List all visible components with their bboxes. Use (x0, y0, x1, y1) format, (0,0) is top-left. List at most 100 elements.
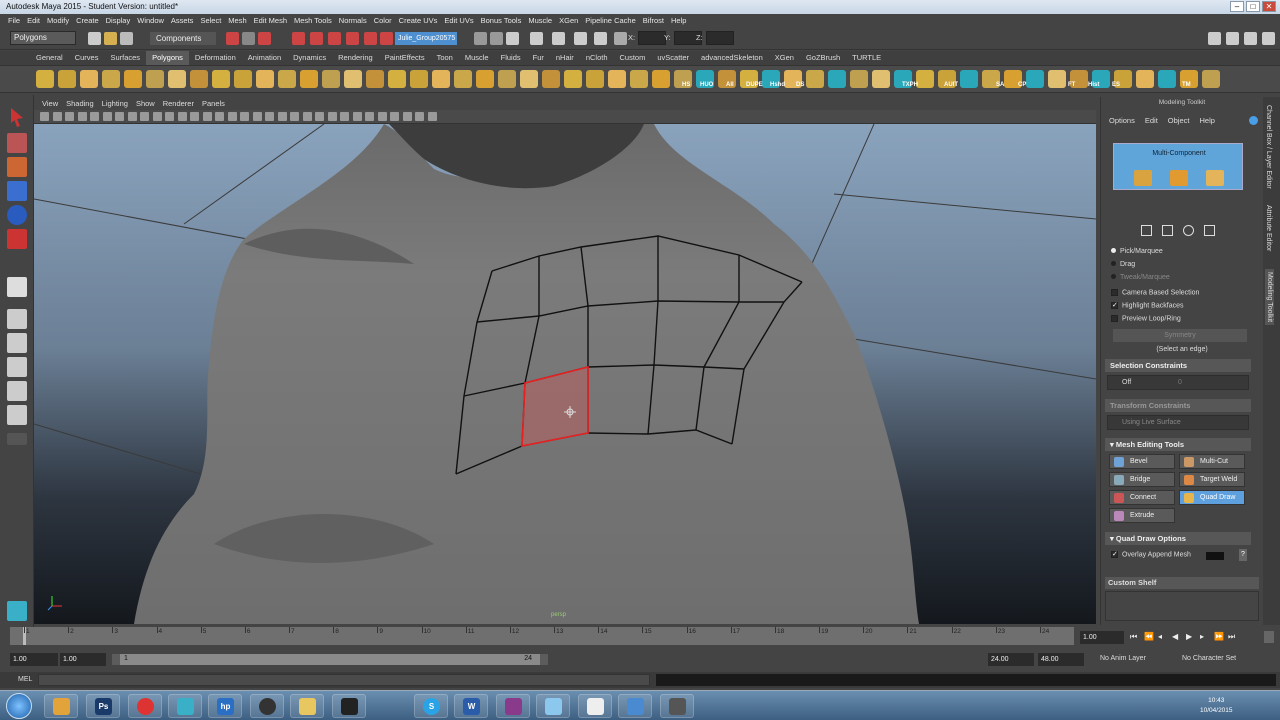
viewport-tool-icon[interactable] (402, 112, 412, 121)
step-forward-key-icon[interactable]: ⏩ (1214, 633, 1224, 641)
viewport-scene[interactable] (34, 124, 1096, 624)
shelf-tab-xgen[interactable]: XGen (769, 51, 800, 65)
snap-curve-icon[interactable] (310, 32, 323, 45)
edge-mode-icon[interactable] (1170, 170, 1188, 186)
shelf-tool-icon[interactable] (168, 70, 186, 88)
taskbar-app-hp[interactable]: hp (208, 694, 242, 718)
viewport-tool-icon[interactable] (302, 112, 312, 121)
viewport-tool-icon[interactable] (427, 112, 437, 121)
face-mode-icon[interactable] (1206, 170, 1224, 186)
viewport-tool-icon[interactable] (340, 112, 349, 121)
minimize-button[interactable]: – (1230, 1, 1244, 12)
taskbar-app-maya[interactable] (168, 694, 202, 718)
select-by-component-icon[interactable] (258, 32, 271, 45)
shelf-tool-icon[interactable] (960, 70, 978, 88)
shelf-tab-polygons[interactable]: Polygons (146, 51, 189, 65)
shelf-tool-icon[interactable] (476, 70, 494, 88)
shelf-tool-icon[interactable] (542, 70, 560, 88)
layout-four-icon[interactable] (7, 309, 27, 329)
maximize-button[interactable]: □ (1246, 1, 1260, 12)
history-icon[interactable] (474, 32, 487, 45)
playback-start-field[interactable]: 1.00 (60, 653, 106, 666)
menu-modify[interactable]: Modify (45, 14, 74, 28)
live-surface-icon[interactable] (380, 32, 393, 45)
viewport-tool-icon[interactable] (202, 112, 212, 121)
shelf-tab-dynamics[interactable]: Dynamics (287, 51, 332, 65)
viewport-menu-show[interactable]: Show (132, 98, 159, 110)
start-time-field[interactable]: 1.00 (10, 653, 58, 666)
paint-select-tool-icon[interactable] (7, 157, 27, 177)
mesh-editing-tools-header[interactable]: ▾ Mesh Editing Tools (1105, 438, 1251, 451)
shelf-tool-icon[interactable] (608, 70, 626, 88)
live-object-field[interactable]: Julie_Group20575 (395, 32, 457, 45)
taskbar-app-character[interactable] (578, 694, 612, 718)
shelf-tool-icon[interactable] (234, 70, 252, 88)
show-modeling-toolkit-icon[interactable] (1208, 32, 1221, 45)
menu-normals[interactable]: Normals (337, 14, 372, 28)
menu-help[interactable]: Help (1199, 116, 1214, 125)
shelf-tool-icon[interactable] (124, 70, 142, 88)
taskbar-app-remote[interactable] (618, 694, 652, 718)
menu-edit-uvs[interactable]: Edit UVs (442, 14, 478, 28)
camera-based-checkbox[interactable]: Camera Based Selection (1111, 289, 1199, 296)
selection-constraint-field[interactable]: Off 0 (1107, 375, 1249, 390)
bevel-button[interactable]: Bevel (1109, 454, 1175, 469)
mel-label[interactable]: MEL (18, 676, 32, 683)
shelf-tool-icon[interactable] (146, 70, 164, 88)
pick-marquee-option[interactable]: Pick/Marquee (1111, 248, 1163, 255)
hypershade-icon[interactable] (552, 32, 565, 45)
play-backward-icon[interactable]: ◀ (1172, 633, 1180, 641)
shelf-tab-curves[interactable]: Curves (69, 51, 105, 65)
menu-mesh-tools[interactable]: Mesh Tools (292, 14, 337, 28)
new-scene-icon[interactable] (88, 32, 101, 45)
shelf-tab-general[interactable]: General (30, 51, 69, 65)
viewport-tool-icon[interactable] (365, 112, 374, 121)
shelf-tab-nhair[interactable]: nHair (550, 51, 580, 65)
extrude-button[interactable]: Extrude (1109, 508, 1175, 523)
select-by-hierarchy-icon[interactable] (226, 32, 239, 45)
layout-single-icon[interactable] (7, 277, 27, 297)
viewport-tool-icon[interactable] (165, 112, 174, 121)
menu-muscle[interactable]: Muscle (526, 14, 557, 28)
viewport-tool-icon[interactable] (65, 112, 74, 121)
tab-attribute-editor[interactable]: Attribute Editor (1265, 205, 1272, 251)
drag-option[interactable]: Drag (1111, 261, 1135, 268)
taskbar-app-explorer[interactable] (290, 694, 324, 718)
input-line-icon[interactable] (574, 32, 587, 45)
marquee-icon[interactable] (1141, 225, 1152, 236)
render-settings-icon[interactable] (530, 32, 543, 45)
playback-end-field[interactable]: 24.00 (988, 653, 1034, 666)
viewport-tool-icon[interactable] (265, 112, 274, 121)
shelf-tool-icon[interactable] (828, 70, 846, 88)
shelf-tab-uvscatter[interactable]: uvScatter (651, 51, 695, 65)
system-clock[interactable]: 10:43 10/04/2015 (1200, 696, 1233, 716)
shelf-tool-icon[interactable] (256, 70, 274, 88)
tab-modeling-toolkit[interactable]: Modeling Toolkit (1265, 269, 1274, 326)
shelf-tool-icon[interactable] (850, 70, 868, 88)
menu-edit[interactable]: Edit (25, 14, 45, 28)
viewport-tool-icon[interactable] (102, 112, 112, 121)
shelf-tool-icon[interactable] (80, 70, 98, 88)
viewport-tool-icon[interactable] (377, 112, 387, 121)
save-scene-icon[interactable] (120, 32, 133, 45)
transform-constraints-header[interactable]: Transform Constraints (1105, 399, 1251, 412)
selection-constraints-header[interactable]: Selection Constraints (1105, 359, 1251, 372)
shelf-tab-deformation[interactable]: Deformation (189, 51, 242, 65)
shelf-tab-rendering[interactable]: Rendering (332, 51, 379, 65)
end-time-field[interactable]: 48.00 (1038, 653, 1084, 666)
menu-bonus-tools[interactable]: Bonus Tools (479, 14, 527, 28)
select-by-object-icon[interactable] (242, 32, 255, 45)
shelf-tool-icon[interactable] (212, 70, 230, 88)
menu-object[interactable]: Object (1168, 116, 1190, 125)
viewport-tool-icon[interactable] (277, 112, 287, 121)
viewport-menu-renderer[interactable]: Renderer (159, 98, 198, 110)
shelf-tool-icon[interactable] (1136, 70, 1154, 88)
shelf-tool-icon[interactable] (410, 70, 428, 88)
viewport-tool-icon[interactable] (177, 112, 187, 121)
quad-draw-button[interactable]: Quad Draw (1179, 490, 1245, 505)
shelf-tab-fluids[interactable]: Fluids (495, 51, 527, 65)
menu-file[interactable]: File (6, 14, 25, 28)
show-attribute-editor-icon[interactable] (1226, 32, 1239, 45)
multi-component-button[interactable]: Multi-Component (1113, 143, 1243, 190)
mel-input[interactable] (38, 674, 650, 686)
